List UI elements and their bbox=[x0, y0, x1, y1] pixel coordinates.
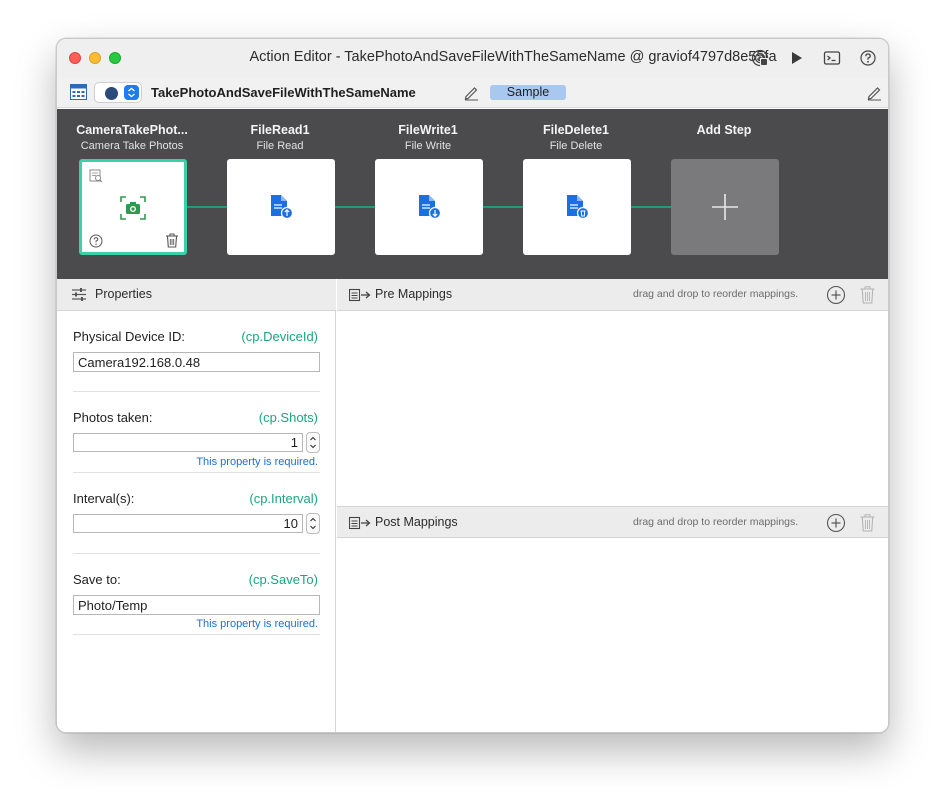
play-icon[interactable] bbox=[787, 49, 805, 67]
mapping-icon bbox=[349, 288, 371, 302]
step-connector bbox=[483, 206, 523, 208]
interval-key: (cp.Interval) bbox=[249, 491, 318, 506]
terminal-icon[interactable] bbox=[823, 49, 841, 67]
camera-icon bbox=[120, 196, 146, 220]
properties-header: Properties bbox=[57, 279, 336, 311]
action-toolbar: TakePhotoAndSaveFileWithTheSameName Samp… bbox=[57, 77, 888, 108]
photos-taken-input[interactable]: 1 bbox=[73, 433, 303, 452]
properties-panel: Properties Physical Device ID: (cp.Devic… bbox=[57, 279, 336, 732]
edit-name-icon[interactable] bbox=[463, 84, 480, 101]
mapping-icon bbox=[349, 516, 371, 530]
interval-input[interactable]: 10 bbox=[73, 514, 303, 533]
step-subtitle: Camera Take Photos bbox=[80, 140, 184, 152]
step-connector bbox=[631, 206, 671, 208]
sample-badge: Sample bbox=[490, 85, 566, 100]
step-connector bbox=[187, 206, 227, 208]
file-delete-icon bbox=[567, 195, 590, 220]
photos-taken-label: Photos taken: bbox=[73, 410, 153, 425]
mappings-panel: Pre Mappings drag and drop to reorder ma… bbox=[337, 279, 888, 732]
chevron-up-down-icon bbox=[310, 517, 316, 530]
delete-step-icon[interactable] bbox=[165, 233, 179, 248]
save-to-required-note: This property is required. bbox=[196, 618, 318, 630]
version-stepper[interactable] bbox=[124, 85, 139, 100]
post-mappings-title: Post Mappings bbox=[375, 515, 458, 529]
field-divider bbox=[73, 472, 320, 473]
device-id-label: Physical Device ID: bbox=[73, 329, 185, 344]
add-step-title: Add Step bbox=[696, 123, 752, 137]
pre-mappings-list[interactable] bbox=[337, 312, 888, 506]
chevron-up-down-icon bbox=[128, 87, 135, 98]
photos-taken-key: (cp.Shots) bbox=[258, 410, 318, 425]
step-title: FileWrite1 bbox=[398, 123, 458, 137]
step-card-file-delete[interactable] bbox=[523, 159, 631, 255]
step-subtitle: File Write bbox=[404, 140, 452, 152]
field-divider bbox=[73, 553, 320, 554]
steps-strip: CameraTakePhot... Camera Take Photos Fil… bbox=[57, 109, 888, 279]
step-help-icon[interactable] bbox=[89, 234, 103, 248]
pre-mappings-header: Pre Mappings drag and drop to reorder ma… bbox=[337, 279, 888, 311]
title-bar: Action Editor - TakePhotoAndSaveFileWith… bbox=[57, 39, 888, 77]
broadcast-icon[interactable] bbox=[751, 49, 769, 67]
save-to-label: Save to: bbox=[73, 572, 121, 587]
device-id-input[interactable] bbox=[73, 352, 320, 372]
step-subtitle: File Read bbox=[256, 140, 304, 152]
post-mappings-list[interactable] bbox=[337, 539, 888, 732]
post-mappings-hint: drag and drop to reorder mappings. bbox=[633, 516, 799, 528]
device-id-key: (cp.DeviceId) bbox=[241, 329, 318, 344]
pre-mappings-hint: drag and drop to reorder mappings. bbox=[633, 288, 799, 300]
edit-badge-icon[interactable] bbox=[866, 84, 883, 101]
file-read-icon bbox=[271, 195, 294, 220]
field-divider bbox=[73, 634, 320, 635]
editor-lower-area: Properties Physical Device ID: (cp.Devic… bbox=[57, 279, 888, 732]
action-editor-window: Action Editor - TakePhotoAndSaveFileWith… bbox=[56, 38, 889, 733]
add-step-button[interactable] bbox=[671, 159, 779, 255]
step-card-file-write[interactable] bbox=[375, 159, 483, 255]
plus-icon bbox=[712, 194, 738, 220]
help-icon[interactable] bbox=[859, 49, 877, 67]
save-to-key: (cp.SaveTo) bbox=[248, 572, 318, 587]
delete-pre-mapping-icon[interactable] bbox=[860, 286, 875, 304]
delete-post-mapping-icon[interactable] bbox=[860, 514, 875, 532]
step-title: FileDelete1 bbox=[542, 123, 609, 137]
sliders-icon bbox=[72, 288, 86, 301]
inspect-icon[interactable] bbox=[89, 169, 103, 183]
action-name: TakePhotoAndSaveFileWithTheSameName bbox=[151, 85, 416, 100]
photos-taken-required-note: This property is required. bbox=[196, 456, 318, 468]
photos-taken-stepper[interactable] bbox=[306, 432, 320, 453]
version-selector[interactable] bbox=[94, 82, 142, 103]
step-subtitle: File Delete bbox=[549, 140, 603, 152]
post-mappings-header: Post Mappings drag and drop to reorder m… bbox=[337, 506, 888, 538]
interval-label: Interval(s): bbox=[73, 491, 135, 506]
step-connector bbox=[335, 206, 375, 208]
step-card-file-read[interactable] bbox=[227, 159, 335, 255]
field-divider bbox=[73, 391, 320, 392]
step-title: CameraTakePhot... bbox=[76, 123, 188, 137]
step-card-camera[interactable] bbox=[79, 159, 187, 255]
properties-title: Properties bbox=[95, 287, 152, 301]
file-write-icon bbox=[419, 195, 442, 220]
add-post-mapping-icon[interactable] bbox=[826, 513, 846, 533]
chevron-up-down-icon bbox=[310, 436, 316, 449]
interval-stepper[interactable] bbox=[306, 513, 320, 534]
pre-mappings-title: Pre Mappings bbox=[375, 287, 453, 301]
save-to-input[interactable] bbox=[73, 595, 320, 615]
calendar-grid-icon[interactable] bbox=[70, 84, 87, 100]
step-title: FileRead1 bbox=[250, 123, 310, 137]
status-dot-icon bbox=[105, 87, 118, 100]
add-pre-mapping-icon[interactable] bbox=[826, 285, 846, 305]
